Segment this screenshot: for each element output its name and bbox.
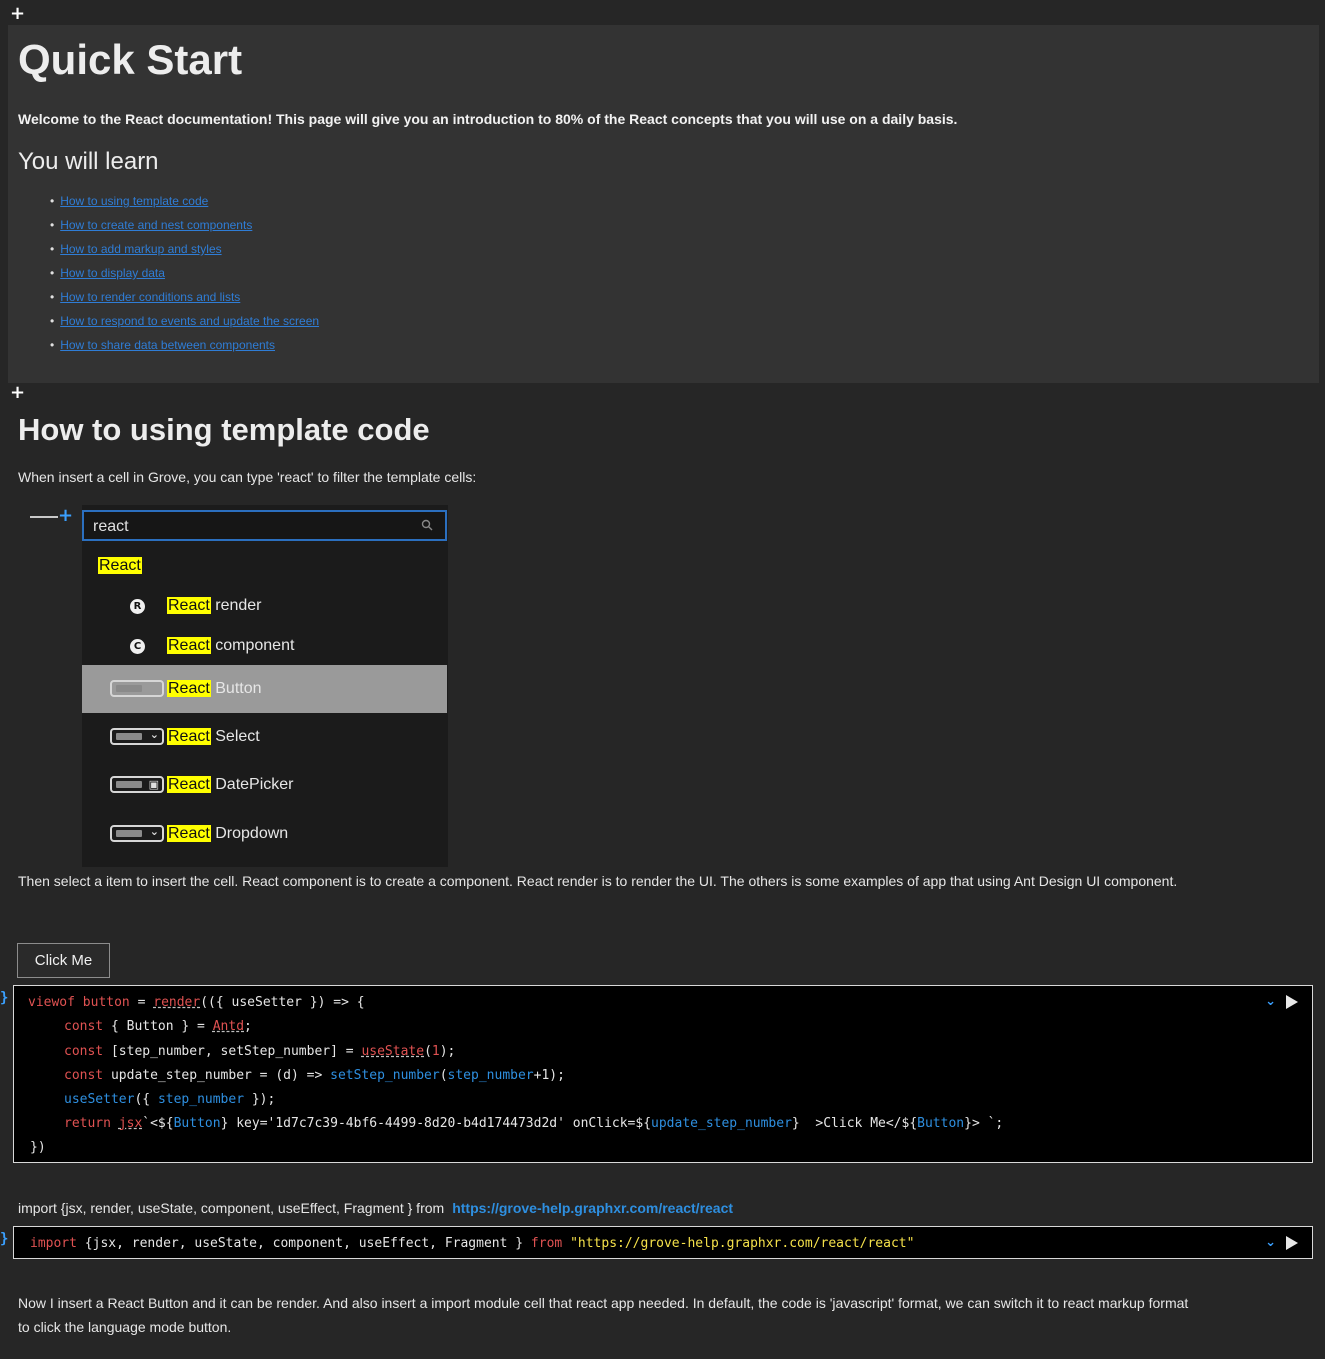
toc-item: How to share data between components: [50, 338, 319, 362]
section-intro-text: When insert a cell in Grove, you can typ…: [18, 469, 477, 485]
toc-link[interactable]: How to render conditions and lists: [60, 290, 240, 304]
toc-link[interactable]: How to share data between components: [60, 338, 275, 352]
menu-item-react-render[interactable]: R React render: [82, 595, 447, 619]
code-token: button: [82, 995, 130, 1010]
run-icon[interactable]: [1286, 1235, 1298, 1250]
insert-plus-icon[interactable]: +: [58, 505, 73, 526]
code-cell-button[interactable]: viewof button = render(({ useSetter }) =…: [13, 985, 1313, 1163]
add-cell-plus-top[interactable]: +: [10, 5, 25, 23]
toc-list: How to using template code How to create…: [50, 194, 319, 362]
bottom-text-2: to click the language mode button.: [18, 1319, 232, 1335]
code-token: render: [153, 995, 201, 1010]
button-icon: [110, 680, 164, 697]
toc-item: How to respond to events and update the …: [50, 314, 319, 338]
toc-link[interactable]: How to using template code: [60, 194, 208, 208]
menu-item-react-dropdown[interactable]: ⌄ React Dropdown: [82, 810, 447, 858]
component-icon: C: [130, 639, 145, 654]
menu-item-react-datepicker[interactable]: ▣ React DatePicker: [82, 761, 447, 809]
dropdown-icon: ⌄: [110, 825, 164, 842]
menu-item-react-component[interactable]: C React component: [82, 635, 447, 659]
import-description: import {jsx, render, useState, component…: [18, 1200, 734, 1216]
menu-item-react-button[interactable]: React Button: [82, 665, 447, 713]
toc-item: How to render conditions and lists: [50, 290, 319, 314]
datepicker-icon: ▣: [110, 776, 164, 793]
render-icon: R: [130, 599, 145, 614]
select-icon: ⌄: [110, 728, 164, 745]
page-title: Quick Start: [18, 36, 243, 83]
code-token: (({ useSetter }) => {: [200, 995, 365, 1010]
intro-lead: Welcome to the React documentation! This…: [18, 111, 958, 127]
cell-divider-line: [30, 516, 58, 518]
add-cell-plus[interactable]: +: [10, 384, 25, 402]
chevron-down-icon[interactable]: ⌄: [1265, 994, 1276, 1009]
template-popup: react React R React render C React compo…: [82, 505, 448, 867]
cell-bracket-icon[interactable]: }: [0, 990, 8, 1006]
template-search-input[interactable]: react: [82, 510, 447, 541]
menu-group-label: React: [98, 557, 142, 574]
search-value: react: [93, 518, 129, 535]
cell-bracket-icon[interactable]: }: [0, 1231, 8, 1247]
toc-item: How to using template code: [50, 194, 319, 218]
click-me-button[interactable]: Click Me: [17, 943, 110, 978]
menu-item-react-select[interactable]: ⌄ React Select: [82, 713, 447, 761]
run-icon[interactable]: [1286, 994, 1298, 1009]
toc-link[interactable]: How to create and nest components: [60, 218, 252, 232]
toc-link[interactable]: How to display data: [60, 266, 165, 280]
toc-item: How to add markup and styles: [50, 242, 319, 266]
toc-item: How to create and nest components: [50, 218, 319, 242]
toc-link[interactable]: How to respond to events and update the …: [60, 314, 319, 328]
bottom-text-1: Now I insert a React Button and it can b…: [18, 1295, 1189, 1311]
after-popup-text: Then select a item to insert the cell. R…: [18, 873, 1178, 889]
search-icon: [421, 519, 433, 531]
code-cell-import[interactable]: import {jsx, render, useState, component…: [13, 1226, 1313, 1259]
chevron-down-icon[interactable]: ⌄: [1265, 1235, 1276, 1250]
learn-heading: You will learn: [18, 148, 159, 175]
toc-item: How to display data: [50, 266, 319, 290]
toc-link[interactable]: How to add markup and styles: [60, 242, 221, 256]
code-token: =: [137, 995, 146, 1010]
code-token: viewof: [28, 995, 75, 1010]
section-title: How to using template code: [18, 412, 430, 447]
import-link[interactable]: https://grove-help.graphxr.com/react/rea…: [452, 1200, 733, 1216]
